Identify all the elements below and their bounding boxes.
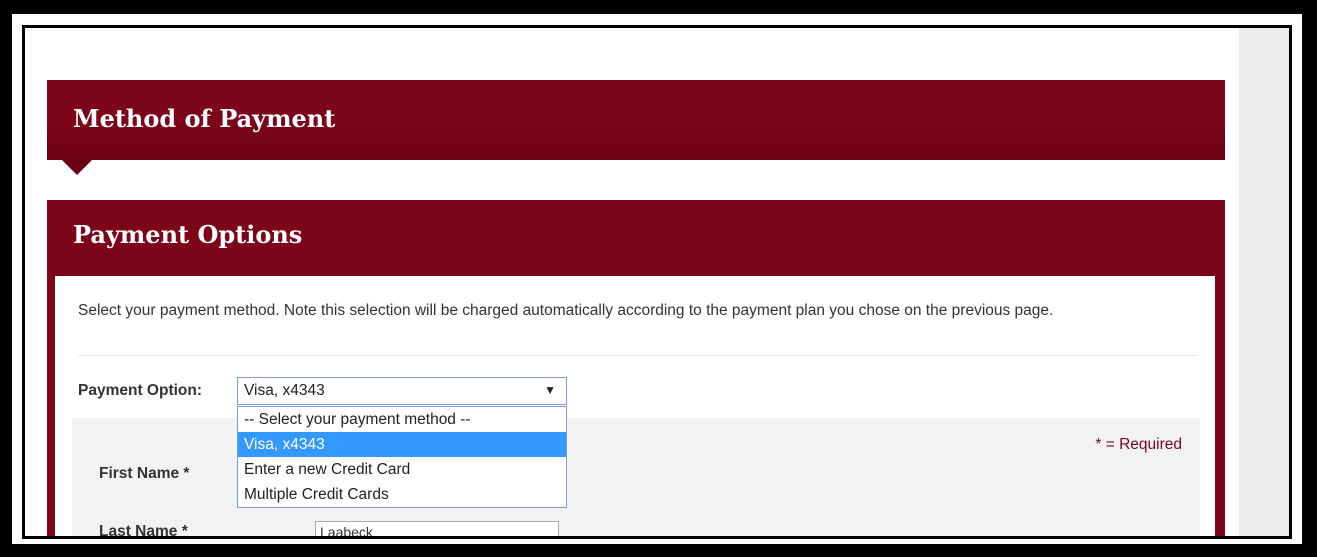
method-of-payment-header: Method of Payment bbox=[47, 80, 1225, 160]
dropdown-option-placeholder[interactable]: -- Select your payment method -- bbox=[238, 407, 566, 432]
payment-options-body: Select your payment method. Note this se… bbox=[55, 276, 1215, 536]
header-pointer-arrow bbox=[62, 160, 92, 175]
browser-viewport: Method of Payment Payment Options Select… bbox=[25, 28, 1289, 536]
divider bbox=[78, 355, 1198, 356]
payment-options-title: Payment Options bbox=[73, 220, 303, 249]
payment-option-label: Payment Option: bbox=[78, 382, 203, 399]
payment-intro-text: Select your payment method. Note this se… bbox=[78, 302, 1054, 319]
payment-option-select[interactable]: Visa, x4343 ▼ bbox=[237, 377, 567, 405]
page-gutter bbox=[1239, 28, 1289, 536]
first-name-label: First Name * bbox=[99, 465, 190, 482]
last-name-input[interactable]: Laabeck bbox=[315, 521, 559, 536]
last-name-label: Last Name * bbox=[99, 523, 188, 536]
screenshot-inner-frame: Method of Payment Payment Options Select… bbox=[22, 25, 1292, 539]
dropdown-option-new-card[interactable]: Enter a new Credit Card bbox=[238, 457, 566, 482]
dropdown-option-visa[interactable]: Visa, x4343 bbox=[238, 432, 566, 457]
dropdown-arrow-icon: ▼ bbox=[544, 383, 556, 397]
payment-options-panel: Payment Options Select your payment meth… bbox=[47, 200, 1225, 536]
payment-option-selected-value: Visa, x4343 bbox=[244, 382, 325, 399]
required-note: * = Required bbox=[1095, 436, 1182, 453]
method-of-payment-title: Method of Payment bbox=[73, 104, 336, 133]
dropdown-option-multiple-cards[interactable]: Multiple Credit Cards bbox=[238, 482, 566, 507]
payment-option-dropdown-list[interactable]: -- Select your payment method -- Visa, x… bbox=[237, 406, 567, 508]
